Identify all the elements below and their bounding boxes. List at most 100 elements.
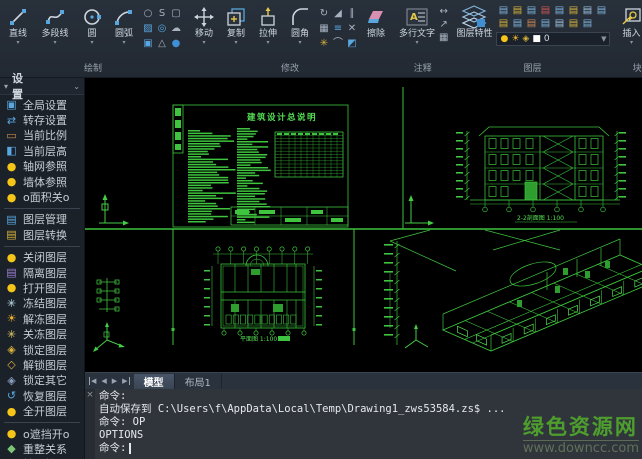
donut-icon[interactable]: ◎ [158,24,167,34]
chevron-down-icon[interactable]: ▼ [601,35,606,43]
mtext-button[interactable]: A 多行文字 ▾ [397,2,437,46]
layer-match-icon[interactable]: ▤ [499,18,508,29]
sidebar-header[interactable]: ▾ 设 置 ⌄ [0,78,84,95]
layer-previous-icon[interactable]: ▤ [513,18,522,29]
layer-unisolate-icon[interactable]: ▤ [597,5,606,16]
offset-icon[interactable]: ≡ [334,24,342,34]
sidebar-item-lock-layer[interactable]: ◈锁定图层 [0,342,84,357]
arc-button[interactable]: 圆弧 ▾ [109,2,139,46]
layer-walk-icon[interactable]: ▤ [555,18,564,29]
layer-copy-icon[interactable]: ▤ [583,18,592,29]
erase-button[interactable]: 擦除 [361,2,391,40]
rectangle-icon[interactable]: ▢ [171,9,180,19]
prev-tab-icon[interactable]: ◀ [101,377,106,385]
sun-icon[interactable]: ☀ [511,34,519,44]
sidebar-item-current-floor-height[interactable]: ◧当前层高 [0,143,84,158]
sidebar-item-grid-reference[interactable]: ●轴网参照 [0,159,84,174]
sidebar-item-global-settings[interactable]: ▣全局设置 [0,97,84,112]
sidebar-item-open-layer[interactable]: ●打开图层 [0,280,84,295]
layer-lock-icon[interactable]: ▤ [555,5,564,16]
align-icon[interactable]: ◩ [347,39,356,49]
sidebar-item-current-scale[interactable]: ▭当前比例 [0,128,84,143]
polygon-icon[interactable]: △ [158,39,166,49]
layer-current-icon[interactable]: ▤ [569,18,578,29]
sidebar-item-rebuild-relations[interactable]: ◆重整关系 [0,441,84,456]
chevron-down-icon[interactable]: ▾ [202,40,205,46]
color-swatch-icon[interactable]: ■ [532,34,541,44]
layer-properties-button[interactable]: 图层特性 [454,2,494,40]
first-tab-icon[interactable]: ◀ [89,377,96,385]
drawing-canvas[interactable]: 建筑设计总说明 [85,78,642,372]
region-icon[interactable]: ▣ [143,39,152,49]
layer-thaw-icon[interactable]: ▤ [541,5,550,16]
layer-unlock-icon[interactable]: ▤ [569,5,578,16]
layer-isolate-icon[interactable]: ▤ [583,5,592,16]
transfer-icon: ⇄ [5,115,18,126]
point-icon[interactable]: ● [172,39,181,49]
sidebar-item-unlock-layer[interactable]: ◇解锁图层 [0,357,84,372]
sidebar-item-lock-others[interactable]: ◈锁定其它 [0,373,84,388]
hatch-icon[interactable]: ▨ [143,24,152,34]
sidebar-item-area-toggle[interactable]: ●o面积关o [0,189,84,204]
leader-icon[interactable]: ↗ [440,19,448,30]
chevron-down-icon[interactable]: ▾ [90,40,93,46]
chevron-down-icon[interactable]: ▾ [16,40,19,46]
insert-button[interactable]: 插入 ▾ [616,2,642,46]
layer-dropdown[interactable]: ● ☀ ◈ ■ 0 ▼ [496,32,610,46]
sidebar-item-close-layer[interactable]: ●关闭图层 [0,250,84,265]
tab-layout1[interactable]: 布局1 [175,374,222,389]
trim-icon[interactable]: ✕ [348,24,356,34]
chevron-down-icon[interactable]: ▾ [415,40,418,46]
break-icon[interactable]: ⌒ [333,39,343,49]
sidebar-item-freeze-layer[interactable]: ✳冻结图层 [0,296,84,311]
sidebar-item-occlusion-toggle[interactable]: ●o遮挡开o [0,426,84,441]
circle-button[interactable]: 圆 ▾ [77,2,107,46]
command-window[interactable]: × 命令:自动保存到 C:\Users\f\AppData\Local\Temp… [85,389,642,459]
mirror-icon[interactable]: ∥ [350,9,355,19]
sidebar-item-layer-convert[interactable]: ▤图层转换 [0,227,84,242]
last-tab-icon[interactable]: ▶ [122,377,129,385]
sidebar-item-restore-layer[interactable]: ↺恢复图层 [0,388,84,403]
layer-off-icon[interactable]: ▤ [499,5,508,16]
sidebar-item-layer-manage[interactable]: ▤图层管理 [0,212,84,227]
fillet-button[interactable]: 圆角 ▾ [285,2,315,46]
bulb-icon[interactable]: ● [500,34,508,44]
sidebar-item-dump-settings[interactable]: ⇄转存设置 [0,112,84,127]
sidebar-item-wall-reference[interactable]: ●墙体参照 [0,174,84,189]
move-button[interactable]: 移动 ▾ [189,2,219,46]
table-icon[interactable]: ▦ [439,32,448,43]
layer-freeze-icon[interactable]: ▤ [527,5,536,16]
command-prompt[interactable]: 命令: [99,442,642,455]
chevron-down-icon[interactable]: ▾ [234,40,237,46]
rotate-icon[interactable]: ↻ [320,9,328,19]
lock-icon[interactable]: ◈ [522,34,529,44]
sidebar-item-thaw-layer[interactable]: ☀解冻图层 [0,311,84,326]
close-icon[interactable]: × [86,390,94,400]
ellipse-icon[interactable]: ○ [144,9,153,19]
sidebar-item-close-freeze-layer[interactable]: ✳关冻图层 [0,326,84,341]
spline-icon[interactable]: S [159,9,165,19]
tab-model[interactable]: 模型 [134,374,175,389]
chevron-down-icon[interactable]: ▾ [4,82,8,91]
layer-on-icon[interactable]: ▤ [513,5,522,16]
scale-icon[interactable]: ◢ [334,9,342,19]
line-button[interactable]: 直线 ▾ [3,2,33,46]
explode-icon[interactable]: ✳ [320,39,328,49]
copy-button[interactable]: 复制 ▾ [221,2,251,46]
sidebar-item-isolate-layer[interactable]: ▤隔离图层 [0,265,84,280]
array-icon[interactable]: ▦ [319,24,328,34]
sidebar-item-open-all-layers[interactable]: ●全开图层 [0,403,84,418]
chevron-down-icon[interactable]: ▾ [266,40,269,46]
revcloud-icon[interactable]: ☁ [171,24,181,34]
chevron-down-icon[interactable]: ▾ [53,40,56,46]
layer-delete-icon[interactable]: ▤ [541,18,550,29]
chevron-down-icon[interactable]: ▾ [122,40,125,46]
next-tab-icon[interactable]: ▶ [112,377,117,385]
chevron-down-icon[interactable]: ▾ [630,40,633,46]
chevron-down-icon[interactable]: ▾ [298,40,301,46]
polyline-button[interactable]: 多段线 ▾ [35,2,75,46]
stretch-button[interactable]: 拉伸 ▾ [253,2,283,46]
layer-merge-icon[interactable]: ▤ [527,18,536,29]
collapse-icon[interactable]: ⌄ [73,82,80,91]
dimension-icon[interactable]: ↔ [440,6,448,17]
